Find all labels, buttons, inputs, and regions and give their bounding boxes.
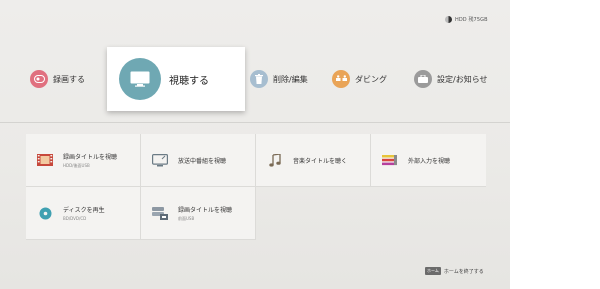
menu-label-dubbing: ダビング xyxy=(355,74,387,84)
menu-label-delete-edit: 削除/編集 xyxy=(273,74,308,84)
menu-item-record[interactable]: 録画する xyxy=(30,60,85,98)
trash-icon xyxy=(250,70,268,88)
dubbing-icon xyxy=(332,70,350,88)
exit-home-hint[interactable]: ホーム ホームを終了する xyxy=(425,267,484,275)
tile-title: 録画タイトルを視聴 xyxy=(63,153,118,161)
tile-title: 音楽タイトルを聴く xyxy=(293,157,348,165)
tv-broadcast-icon xyxy=(151,153,169,167)
tile-subtitle: HDD/後面USB xyxy=(63,162,90,168)
tile-title: 外部入力を視聴 xyxy=(408,157,451,165)
divider xyxy=(0,122,510,123)
music-note-icon xyxy=(266,153,284,167)
menu-label-settings: 設定/お知らせ xyxy=(437,74,488,84)
menu-label-record: 録画する xyxy=(53,74,85,84)
home-screen: HDD 残75GB 録画する 削除/編集 ダビング 設定/お知らせ 視聴する 録… xyxy=(0,0,510,289)
menu-item-dubbing[interactable]: ダビング xyxy=(332,60,387,98)
external-input-icon xyxy=(381,153,399,167)
home-key-label: ホーム xyxy=(425,267,441,275)
submenu-item-music[interactable]: 音楽タイトルを聴く xyxy=(256,134,371,187)
record-icon xyxy=(30,70,48,88)
exit-home-text: ホームを終了する xyxy=(443,268,484,275)
menu-item-settings[interactable]: 設定/お知らせ xyxy=(414,60,488,98)
menu-item-delete-edit[interactable]: 削除/編集 xyxy=(250,60,308,98)
top-menu: 録画する 削除/編集 ダビング 設定/お知らせ xyxy=(0,60,510,98)
hdd-icon xyxy=(445,16,452,23)
tile-title: 放送中番組を視聴 xyxy=(178,157,227,165)
submenu-item-disc-play[interactable]: ディスクを再生 BD/DVD/CD xyxy=(26,187,141,240)
storage-status: HDD 残75GB xyxy=(445,16,488,23)
tile-title: 録画タイトルを視聴 xyxy=(178,206,233,214)
submenu-item-recorded-titles-hdd[interactable]: 録画タイトルを視聴 HDD/後面USB xyxy=(26,134,141,187)
submenu-grid: 録画タイトルを視聴 HDD/後面USB 放送中番組を視聴 音楽タイトルを聴く 外… xyxy=(26,134,487,240)
film-icon xyxy=(36,153,54,167)
tile-subtitle: 前面USB xyxy=(178,215,195,221)
usb-drive-icon xyxy=(151,206,169,220)
menu-label-watch: 視聴する xyxy=(169,75,209,87)
submenu-item-recorded-titles-usb[interactable]: 録画タイトルを視聴 前面USB xyxy=(141,187,256,240)
storage-label: HDD 残75GB xyxy=(455,17,488,23)
submenu-item-live-broadcast[interactable]: 放送中番組を視聴 xyxy=(141,134,256,187)
tile-title: ディスクを再生 xyxy=(63,207,105,214)
toolbox-icon xyxy=(414,70,432,88)
menu-item-watch[interactable]: 視聴する xyxy=(107,47,245,111)
monitor-icon xyxy=(119,58,161,100)
disc-icon xyxy=(36,206,54,220)
submenu-item-external-input[interactable]: 外部入力を視聴 xyxy=(371,134,486,187)
tile-subtitle: BD/DVD/CD xyxy=(63,216,87,221)
